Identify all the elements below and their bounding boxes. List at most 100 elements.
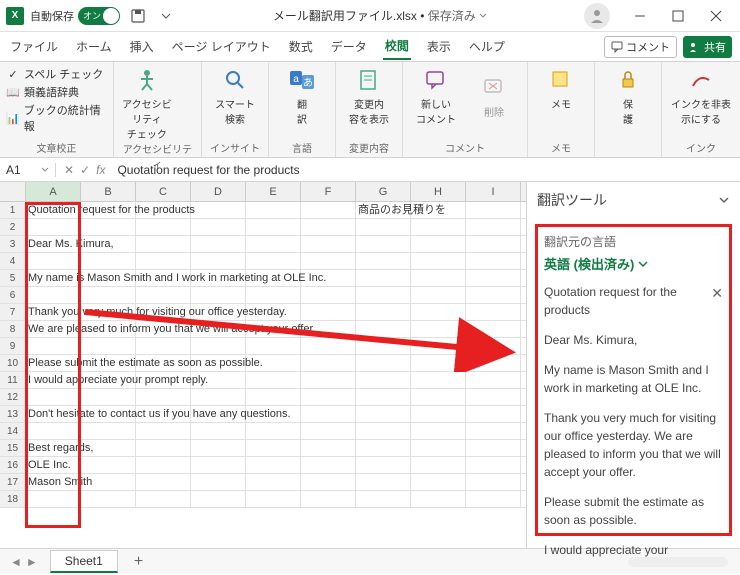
select-all-corner[interactable] [0,182,26,201]
cell[interactable] [356,423,411,439]
add-sheet-button[interactable]: + [124,553,153,571]
cell[interactable] [81,457,136,473]
row-header[interactable]: 11 [0,372,26,388]
sheet-tab-sheet1[interactable]: Sheet1 [50,550,118,573]
cell[interactable] [356,372,411,388]
column-header-E[interactable]: E [246,182,301,201]
cell[interactable] [26,389,81,405]
avatar[interactable] [584,3,610,29]
cell[interactable] [191,474,246,490]
cell[interactable] [26,491,81,507]
cell[interactable] [246,219,301,235]
column-header-H[interactable]: H [411,182,466,201]
tab-view[interactable]: 表示 [425,34,453,59]
column-header-G[interactable]: G [356,182,411,201]
sheet-nav-next-icon[interactable]: ► [26,555,38,569]
maximize-button[interactable] [660,2,696,30]
table-row[interactable]: 10Please submit the estimate as soon as … [0,355,526,372]
table-row[interactable]: 3Dear Ms. Kimura, [0,236,526,253]
cell[interactable] [246,287,301,303]
cell[interactable] [466,338,521,354]
cell[interactable] [301,457,356,473]
cell[interactable] [356,219,411,235]
cell[interactable] [301,236,356,252]
cell[interactable] [246,389,301,405]
cell[interactable] [246,202,301,218]
cell[interactable] [136,287,191,303]
cell[interactable] [26,338,81,354]
cell[interactable] [466,389,521,405]
source-language-dropdown[interactable]: 英語 (検出済み) [544,254,723,273]
cell[interactable] [356,270,411,286]
cell[interactable] [301,389,356,405]
cell[interactable]: Please submit the estimate as soon as po… [26,355,81,371]
cell[interactable] [301,440,356,456]
cell[interactable] [301,304,356,320]
table-row[interactable]: 13Don't hesitate to contact us if you ha… [0,406,526,423]
cell[interactable] [301,338,356,354]
row-header[interactable]: 4 [0,253,26,269]
delete-comment-button[interactable]: 削除 [467,66,521,126]
save-icon[interactable] [128,6,148,26]
cell[interactable]: Best regards, [26,440,81,456]
tab-help[interactable]: ヘルプ [467,34,507,59]
column-header-F[interactable]: F [301,182,356,201]
table-row[interactable]: 11I would appreciate your prompt reply. [0,372,526,389]
cell[interactable] [356,304,411,320]
table-row[interactable]: 8We are pleased to inform you that we wi… [0,321,526,338]
cell[interactable] [411,236,466,252]
cell[interactable] [81,491,136,507]
cell[interactable] [301,372,356,388]
cell[interactable] [191,491,246,507]
cell[interactable]: My name is Mason Smith and I work in mar… [26,270,81,286]
cell[interactable] [136,491,191,507]
row-header[interactable]: 3 [0,236,26,252]
sheet-nav-prev-icon[interactable]: ◄ [10,555,22,569]
cell[interactable] [411,457,466,473]
row-header[interactable]: 12 [0,389,26,405]
show-changes-button[interactable]: 変更内 容を表示 [342,66,396,126]
name-box[interactable]: A1 [0,163,56,177]
cell[interactable] [466,406,521,422]
column-header-I[interactable]: I [466,182,521,201]
table-row[interactable]: 9 [0,338,526,355]
cell[interactable] [191,202,246,218]
cell[interactable] [191,338,246,354]
cell[interactable] [136,389,191,405]
cell[interactable] [411,355,466,371]
cell[interactable] [466,474,521,490]
notes-button[interactable]: メモ [534,66,588,111]
tab-formulas[interactable]: 数式 [287,34,315,59]
cell[interactable] [136,253,191,269]
cell[interactable] [81,423,136,439]
cell[interactable] [356,338,411,354]
cell[interactable] [356,355,411,371]
cell[interactable] [136,236,191,252]
cell[interactable] [356,457,411,473]
cell[interactable]: We are pleased to inform you that we wil… [26,321,81,337]
tab-review[interactable]: 校閲 [383,33,411,60]
cell[interactable] [466,440,521,456]
spell-check-button[interactable]: ✓スペル チェック [6,66,107,82]
cell[interactable] [301,474,356,490]
row-header[interactable]: 18 [0,491,26,507]
cell[interactable] [26,219,81,235]
horizontal-scrollbar[interactable] [159,557,736,567]
cell[interactable] [411,270,466,286]
cell[interactable] [26,287,81,303]
table-row[interactable]: 15Best regards, [0,440,526,457]
translate-button[interactable]: aあ翻 訳 [275,66,329,126]
cell[interactable] [411,287,466,303]
cell[interactable] [136,440,191,456]
cell[interactable] [301,491,356,507]
cell[interactable] [246,440,301,456]
filename[interactable]: メール翻訳用ファイル.xlsx • 保存済み [176,7,584,24]
cell[interactable] [81,253,136,269]
cell[interactable] [466,423,521,439]
cell[interactable] [246,253,301,269]
cell[interactable] [301,253,356,269]
cell[interactable] [191,440,246,456]
row-header[interactable]: 15 [0,440,26,456]
table-row[interactable]: 7Thank you very much for visiting our of… [0,304,526,321]
tab-home[interactable]: ホーム [74,34,114,59]
